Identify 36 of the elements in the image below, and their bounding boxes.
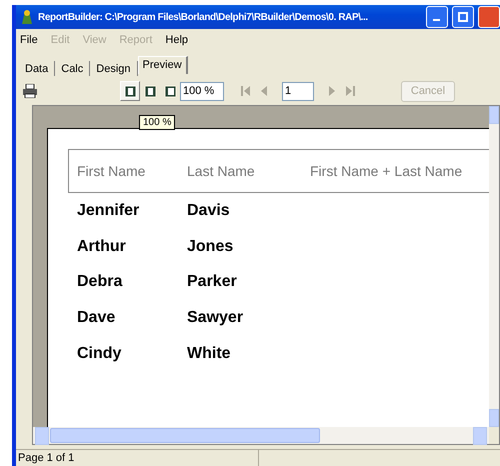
- report-cell-text: Cindy: [77, 344, 122, 363]
- report-cell-text: Dave: [77, 308, 116, 327]
- window-title: ReportBuilder: C:\Program Files\Borland\Delphi7\RBuilder\Demos\0. RAP\...: [38, 12, 368, 22]
- close-button[interactable]: [478, 6, 500, 28]
- report-cell-text: Parker: [187, 273, 238, 292]
- maximize-icon: [458, 12, 468, 22]
- report-cell-text: Arthur: [77, 238, 127, 256]
- app-icon: [20, 9, 34, 25]
- report-cell-text: Jennifer: [77, 202, 140, 220]
- page-icon: [164, 86, 176, 96]
- horizontal-scrollbar[interactable]: [33, 427, 489, 444]
- status-text: Page 1 of 1: [16, 450, 259, 466]
- report-cell-text: White: [187, 344, 232, 363]
- column-header: Last Name: [187, 163, 256, 179]
- zoom-field[interactable]: 100 %: [180, 82, 224, 100]
- tooltip: 100 %: [139, 115, 176, 130]
- report-cell-text: Davis: [187, 202, 231, 220]
- menu-item[interactable]: Help: [165, 34, 188, 46]
- maximize-button[interactable]: [452, 6, 474, 28]
- report-cell-text: Debra: [77, 273, 124, 292]
- report-cell-text: Sawyer: [187, 308, 244, 327]
- vertical-scrollbar[interactable]: [489, 106, 499, 427]
- page-icon: [144, 86, 156, 96]
- tab[interactable]: Data: [19, 61, 56, 76]
- printer-icon[interactable]: [22, 84, 38, 98]
- minimize-button[interactable]: [426, 6, 448, 28]
- page-icon: [124, 86, 136, 96]
- tab[interactable]: Calc: [55, 61, 90, 76]
- zoom-mode-button[interactable]: [120, 81, 140, 101]
- page-field[interactable]: 1: [282, 82, 314, 100]
- menu-item[interactable]: File: [20, 34, 38, 46]
- column-header: First Name: [77, 163, 146, 179]
- report-cell-text: Jones: [187, 238, 234, 256]
- column-header: First Name + Last Name: [310, 163, 464, 179]
- tab[interactable]: Preview: [138, 56, 188, 74]
- tab[interactable]: Design: [90, 61, 138, 76]
